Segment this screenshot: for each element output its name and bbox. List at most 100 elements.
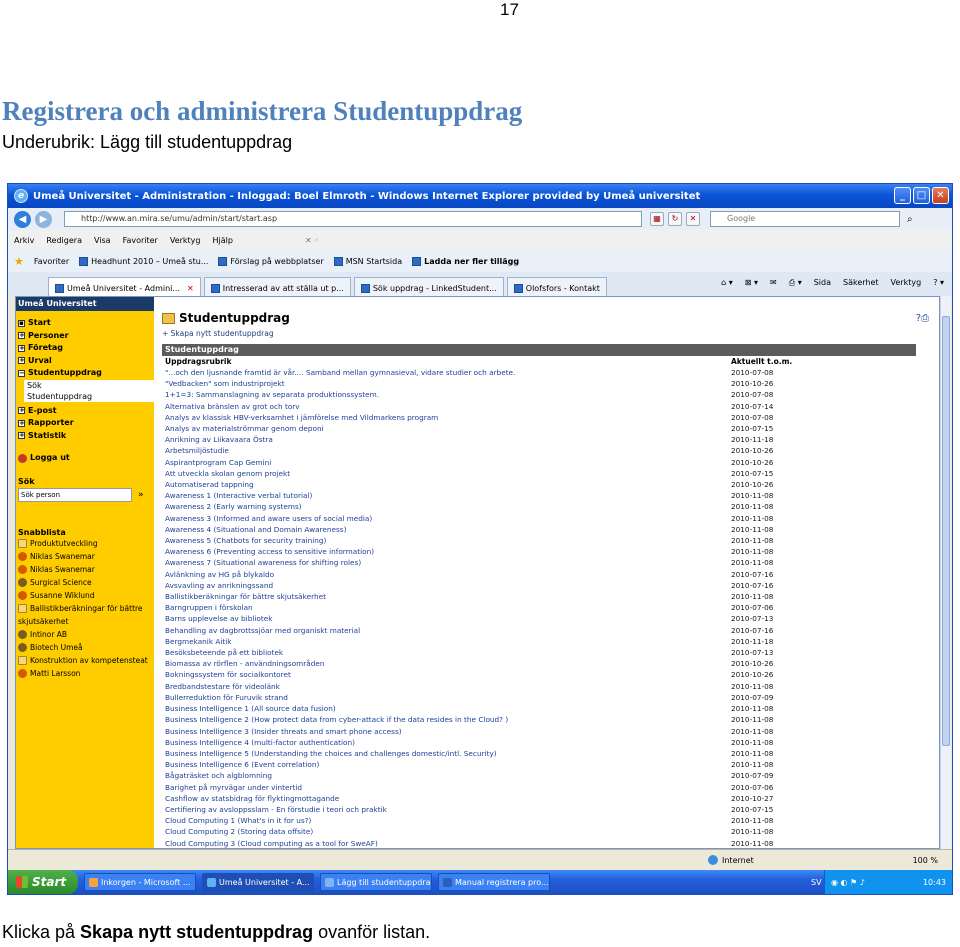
tool-sakerhet[interactable]: Säkerhet — [843, 278, 879, 288]
table-row[interactable]: Awareness 1 (Interactive verbal tutorial… — [162, 490, 916, 501]
favorite-item[interactable]: Headhunt 2010 – Umeå stu... — [79, 256, 208, 266]
clock[interactable]: 10:43 — [923, 878, 946, 887]
table-row[interactable]: 1+1=3: Sammanslagning av separata produk… — [162, 389, 916, 400]
quicklist-item[interactable]: Susanne Wiklund — [16, 589, 154, 602]
taskbar-item-manual[interactable]: Manual registrera pro... — [438, 873, 550, 891]
sidebar-item-foretag[interactable]: + Företag — [16, 342, 154, 355]
search-input[interactable]: Google — [710, 211, 900, 227]
assignment-title-link[interactable]: Awareness 4 (Situational and Domain Awar… — [162, 524, 728, 535]
collapse-icon[interactable]: − — [18, 369, 25, 377]
menu-redigera[interactable]: Redigera — [46, 236, 82, 245]
table-row[interactable]: Business Intelligence 5 (Understanding t… — [162, 748, 916, 759]
assignment-title-link[interactable]: Business Intelligence 6 (Event correlati… — [162, 759, 728, 770]
assignment-title-link[interactable]: Bullerreduktion för Furuvik strand — [162, 692, 728, 703]
sidebar-item-epost[interactable]: + E-post — [16, 405, 154, 418]
menu-visa[interactable]: Visa — [94, 236, 111, 245]
assignment-title-link[interactable]: Certifiering av avsloppsslam - En förstu… — [162, 804, 728, 815]
table-row[interactable]: Barns upplevelse av bibliotek 2010-07-13 — [162, 613, 916, 624]
column-header-date[interactable]: Aktuellt t.o.m. — [728, 356, 916, 367]
quicklist-item-continued[interactable]: skjutsäkerhet — [16, 615, 154, 628]
assignment-title-link[interactable]: Bågaträsket och algblomning — [162, 770, 728, 781]
table-row[interactable]: Business Intelligence 3 (Insider threats… — [162, 726, 916, 737]
table-row[interactable]: "...och den ljusnande framtid är vår....… — [162, 367, 916, 378]
assignment-title-link[interactable]: "Vedbacken" som industriprojekt — [162, 378, 728, 389]
close-button[interactable]: ✕ — [932, 187, 949, 204]
favorite-item[interactable]: Ladda ner fler tillägg — [412, 256, 519, 266]
table-row[interactable]: Besöksbeteende på ett bibliotek 2010-07-1… — [162, 647, 916, 658]
search-icon[interactable]: ⌕ — [907, 214, 913, 225]
help-print-icons[interactable]: ?⎙ — [916, 313, 929, 324]
table-row[interactable]: Certifiering av avsloppsslam - En förstu… — [162, 804, 916, 815]
assignment-title-link[interactable]: Besöksbeteende på ett bibliotek — [162, 647, 728, 658]
sidebar-item-personer[interactable]: + Personer — [16, 330, 154, 343]
quicklist-item[interactable]: Konstruktion av kompetensteat — [16, 654, 154, 667]
assignment-title-link[interactable]: Business Intelligence 1 (All source data… — [162, 703, 728, 714]
tool-sida[interactable]: Sida — [814, 278, 831, 288]
table-row[interactable]: Bullerreduktion för Furuvik strand 2010-0… — [162, 692, 916, 703]
menu-arkiv[interactable]: Arkiv — [14, 236, 34, 245]
table-row[interactable]: Business Intelligence 1 (All source data… — [162, 703, 916, 714]
menu-verktyg[interactable]: Verktyg — [170, 236, 201, 245]
zoom-level[interactable]: 100 % — [913, 856, 938, 865]
search-go-button[interactable]: » — [138, 490, 144, 500]
taskbar-item-inbox[interactable]: Inkorgen - Microsoft ... — [84, 873, 196, 891]
expand-icon[interactable]: + — [18, 432, 25, 440]
sidebar-item-statistik[interactable]: + Statistik — [16, 430, 154, 443]
sidebar-sub-sok[interactable]: Sök — [24, 379, 154, 391]
assignment-title-link[interactable]: Business Intelligence 2 (How protect dat… — [162, 714, 728, 725]
quicklist-item[interactable]: Ballistikberäkningar för bättre — [16, 602, 154, 615]
assignment-title-link[interactable]: Business Intelligence 3 (Insider threats… — [162, 726, 728, 737]
assignment-title-link[interactable]: Cashflow av statsbidrag för flyktingmott… — [162, 793, 728, 804]
refresh-icon[interactable]: ↻ — [668, 212, 682, 226]
person-search-input[interactable]: Sök person — [18, 487, 132, 502]
close-tab-icon[interactable]: ✕ ◦ — [305, 236, 319, 245]
assignment-title-link[interactable]: Aspirantprogram Cap Gemini — [162, 457, 728, 468]
create-assignment-link[interactable]: + Skapa nytt studentuppdrag — [162, 329, 274, 338]
language-indicator[interactable]: SV — [811, 878, 822, 887]
table-row[interactable]: Awareness 3 (Informed and aware users of… — [162, 513, 916, 524]
table-row[interactable]: Avsvavling av anrikningssand 2010-07-16 — [162, 580, 916, 591]
table-row[interactable]: Alternativa bränslen av grot och torv 201… — [162, 401, 916, 412]
star-icon[interactable]: ★ — [14, 255, 24, 268]
assignment-title-link[interactable]: Behandling av dagbrottssjöar med organis… — [162, 625, 728, 636]
assignment-title-link[interactable]: Avlänkning av HG på blykaldo — [162, 569, 728, 580]
assignment-title-link[interactable]: Barns upplevelse av bibliotek — [162, 613, 728, 624]
assignment-title-link[interactable]: Awareness 2 (Early warning systems) — [162, 501, 728, 512]
scroll-thumb[interactable] — [942, 316, 950, 746]
assignment-title-link[interactable]: Att utveckla skolan genom projekt — [162, 468, 728, 479]
assignment-title-link[interactable]: Awareness 7 (Situational awareness for s… — [162, 557, 728, 568]
menu-favoriter[interactable]: Favoriter — [123, 236, 158, 245]
assignment-title-link[interactable]: Anrikning av Liikavaara Östra — [162, 434, 728, 445]
table-row[interactable]: "Vedbacken" som industriprojekt 2010-10-2… — [162, 378, 916, 389]
table-row[interactable]: Cashflow av statsbidrag för flyktingmott… — [162, 793, 916, 804]
table-row[interactable]: Business Intelligence 4 (multi-factor au… — [162, 737, 916, 748]
tool-verktyg[interactable]: Verktyg — [891, 278, 922, 288]
table-row[interactable]: Behandling av dagbrottssjöar med organis… — [162, 625, 916, 636]
column-header-title[interactable]: Uppdragsrubrik — [162, 356, 728, 367]
table-row[interactable]: Bredbandstestare för videolänk 2010-11-08 — [162, 681, 916, 692]
expand-icon[interactable]: + — [18, 419, 25, 427]
quicklist-item[interactable]: Biotech Umeå — [16, 641, 154, 654]
url-field[interactable]: http://www.an.mira.se/umu/admin/start/st… — [64, 211, 642, 227]
table-row[interactable]: Barighet på myrvägar under vintertid 2010… — [162, 782, 916, 793]
stop-icon[interactable]: ✕ — [686, 212, 700, 226]
table-row[interactable]: Awareness 5 (Chatbots for security train… — [162, 535, 916, 546]
table-row[interactable]: Cloud Computing 1 (What's in it for us?)… — [162, 815, 916, 826]
assignment-title-link[interactable]: Ballistikberäkningar för bättre skjutsäk… — [162, 591, 728, 602]
assignment-title-link[interactable]: Cloud Computing 1 (What's in it for us?) — [162, 815, 728, 826]
assignment-title-link[interactable]: Bergmekanik Aitik — [162, 636, 728, 647]
assignment-title-link[interactable]: Awareness 3 (Informed and aware users of… — [162, 513, 728, 524]
assignment-title-link[interactable]: 1+1=3: Sammanslagning av separata produk… — [162, 389, 728, 400]
table-row[interactable]: Att utveckla skolan genom projekt 2010-07… — [162, 468, 916, 479]
table-row[interactable]: Awareness 6 (Preventing access to sensit… — [162, 546, 916, 557]
feeds-icon[interactable]: ⊠ ▾ — [745, 278, 758, 288]
quicklist-item[interactable]: Produktutveckling — [16, 537, 154, 550]
menu-hjalp[interactable]: Hjälp — [213, 236, 233, 245]
assignment-title-link[interactable]: Barighet på myrvägar under vintertid — [162, 782, 728, 793]
quicklist-item[interactable]: Surgical Science — [16, 576, 154, 589]
quicklist-item[interactable]: Matti Larsson — [16, 667, 154, 680]
back-button[interactable]: ◀ — [14, 210, 31, 228]
table-row[interactable]: Bergmekanik Aitik 2010-11-18 — [162, 636, 916, 647]
tab-intresserad[interactable]: Intresserad av att ställa ut p... — [203, 277, 351, 296]
assignment-title-link[interactable]: Cloud Computing 3 (Cloud computing as a … — [162, 838, 728, 848]
